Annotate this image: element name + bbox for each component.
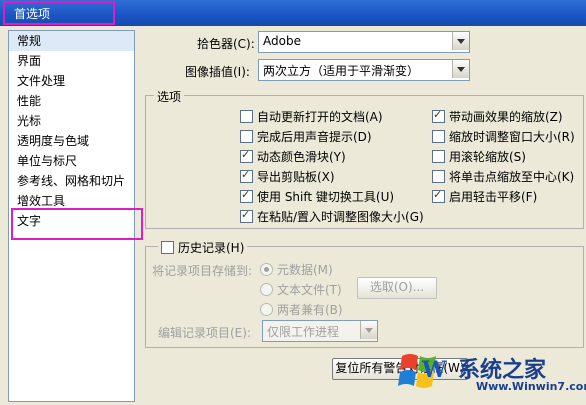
title-bar: 首选项	[0, 0, 586, 26]
radio-metadata[interactable]: 元数据(M)	[260, 261, 333, 278]
checkbox-box[interactable]	[432, 188, 445, 203]
checkbox-animated-zoom[interactable]: 带动画效果的缩放(Z)	[432, 108, 563, 125]
radio-label: 元数据(M)	[277, 263, 333, 277]
sidebar-item-transparency[interactable]: 透明度与色域	[9, 131, 134, 151]
checkbox-export-clipboard[interactable]: 导出剪贴板(X)	[240, 168, 335, 185]
checkbox-label: 自动更新打开的文档(A)	[257, 110, 383, 124]
checkbox-zoom-center[interactable]: 将单击点缩放至中心(K)	[432, 168, 574, 185]
radio-dot[interactable]	[260, 303, 273, 316]
checkbox-label: 带动画效果的缩放(Z)	[449, 110, 563, 124]
radio-dot[interactable]	[260, 263, 273, 276]
checkbox-history[interactable]: 历史记录(H)	[158, 239, 248, 256]
title-highlight-box	[3, 1, 115, 25]
sidebar-item-performance[interactable]: 性能	[9, 91, 134, 111]
checkbox-label: 用滚轮缩放(S)	[449, 150, 526, 164]
radio-both[interactable]: 两者兼有(B)	[260, 301, 343, 318]
checkbox-box[interactable]	[240, 208, 253, 223]
checkbox-shift-tool[interactable]: 使用 Shift 键切换工具(U)	[240, 188, 394, 205]
checkbox-beep[interactable]: 完成后用声音提示(D)	[240, 128, 372, 145]
checkbox-dynamic-sliders[interactable]: 动态颜色滑块(Y)	[240, 148, 346, 165]
chevron-down-icon[interactable]	[452, 32, 469, 50]
chevron-down-icon[interactable]	[360, 321, 377, 339]
edit-log-label: 编辑记录项目(E):	[158, 326, 251, 340]
checkbox-label: 启用轻击平移(F)	[449, 190, 538, 204]
checkbox-box[interactable]	[240, 110, 253, 123]
choose-button[interactable]: 选取(O)...	[357, 277, 437, 299]
options-title: 选项	[154, 88, 185, 105]
sidebar: 常规 界面 文件处理 性能 光标 透明度与色域 单位与标尺 参考线、网格和切片 …	[8, 30, 143, 402]
interpolation-select[interactable]: 两次立方（适用于平滑渐变）	[258, 59, 470, 81]
watermark-url: Www.Winwin7.com	[476, 380, 586, 393]
checkbox-flick-panning[interactable]: 启用轻击平移(F)	[432, 188, 537, 205]
interp-label: 图像插值(I):	[185, 65, 250, 79]
checkbox-box[interactable]	[161, 241, 174, 254]
picker-label: 拾色器(C):	[197, 37, 255, 51]
radio-label: 两者兼有(B)	[277, 303, 343, 317]
checkbox-zoom-resize[interactable]: 缩放时调整窗口大小(R)	[432, 128, 575, 145]
checkbox-box[interactable]	[432, 150, 445, 163]
checkbox-label: 缩放时调整窗口大小(R)	[449, 130, 575, 144]
checkbox-label: 导出剪贴板(X)	[257, 170, 335, 184]
edit-log-select[interactable]: 仅限工作进程	[262, 320, 378, 342]
checkbox-label: 在粘贴/置入时调整图像大小(G)	[257, 210, 424, 224]
checkbox-label: 将单击点缩放至中心(K)	[449, 170, 575, 184]
checkbox-resize-paste[interactable]: 在粘贴/置入时调整图像大小(G)	[240, 208, 424, 225]
color-picker-select[interactable]: Adobe	[258, 31, 470, 53]
chevron-down-icon[interactable]	[452, 60, 469, 78]
checkbox-box[interactable]	[432, 108, 445, 123]
sidebar-item-guides-grid[interactable]: 参考线、网格和切片	[9, 171, 134, 191]
checkbox-box[interactable]	[432, 130, 445, 143]
checkbox-box[interactable]	[432, 170, 445, 183]
interpolation-value: 两次立方（适用于平滑渐变）	[263, 64, 420, 78]
sidebar-item-interface[interactable]: 界面	[9, 51, 134, 71]
checkbox-label: 动态颜色滑块(Y)	[257, 150, 346, 164]
radio-label: 文本文件(T)	[277, 283, 342, 297]
watermark: W 系统之家 Www.Winwin7.com	[396, 344, 586, 402]
sidebar-item-units-rulers[interactable]: 单位与标尺	[9, 151, 134, 171]
checkbox-box[interactable]	[240, 168, 253, 183]
color-picker-value: Adobe	[263, 34, 301, 48]
history-title: 历史记录(H)	[178, 241, 245, 255]
checkbox-box[interactable]	[240, 148, 253, 163]
sidebar-item-file-handling[interactable]: 文件处理	[9, 71, 134, 91]
watermark-logo-text: W	[422, 357, 447, 383]
sidebar-item-cursors[interactable]: 光标	[9, 111, 134, 131]
sidebar-item-general[interactable]: 常规	[9, 31, 134, 51]
checkbox-label: 完成后用声音提示(D)	[257, 130, 372, 144]
checkbox-box[interactable]	[240, 130, 253, 143]
save-to-label: 将记录项目存储到:	[152, 264, 253, 278]
checkbox-label: 使用 Shift 键切换工具(U)	[257, 190, 395, 204]
radio-text-file[interactable]: 文本文件(T)	[260, 281, 342, 298]
type-highlight-box	[11, 208, 143, 240]
checkbox-box[interactable]	[240, 188, 253, 203]
radio-dot[interactable]	[260, 283, 273, 296]
checkbox-scroll-zoom[interactable]: 用滚轮缩放(S)	[432, 148, 526, 165]
edit-log-value: 仅限工作进程	[267, 325, 340, 339]
checkbox-auto-update[interactable]: 自动更新打开的文档(A)	[240, 108, 383, 125]
